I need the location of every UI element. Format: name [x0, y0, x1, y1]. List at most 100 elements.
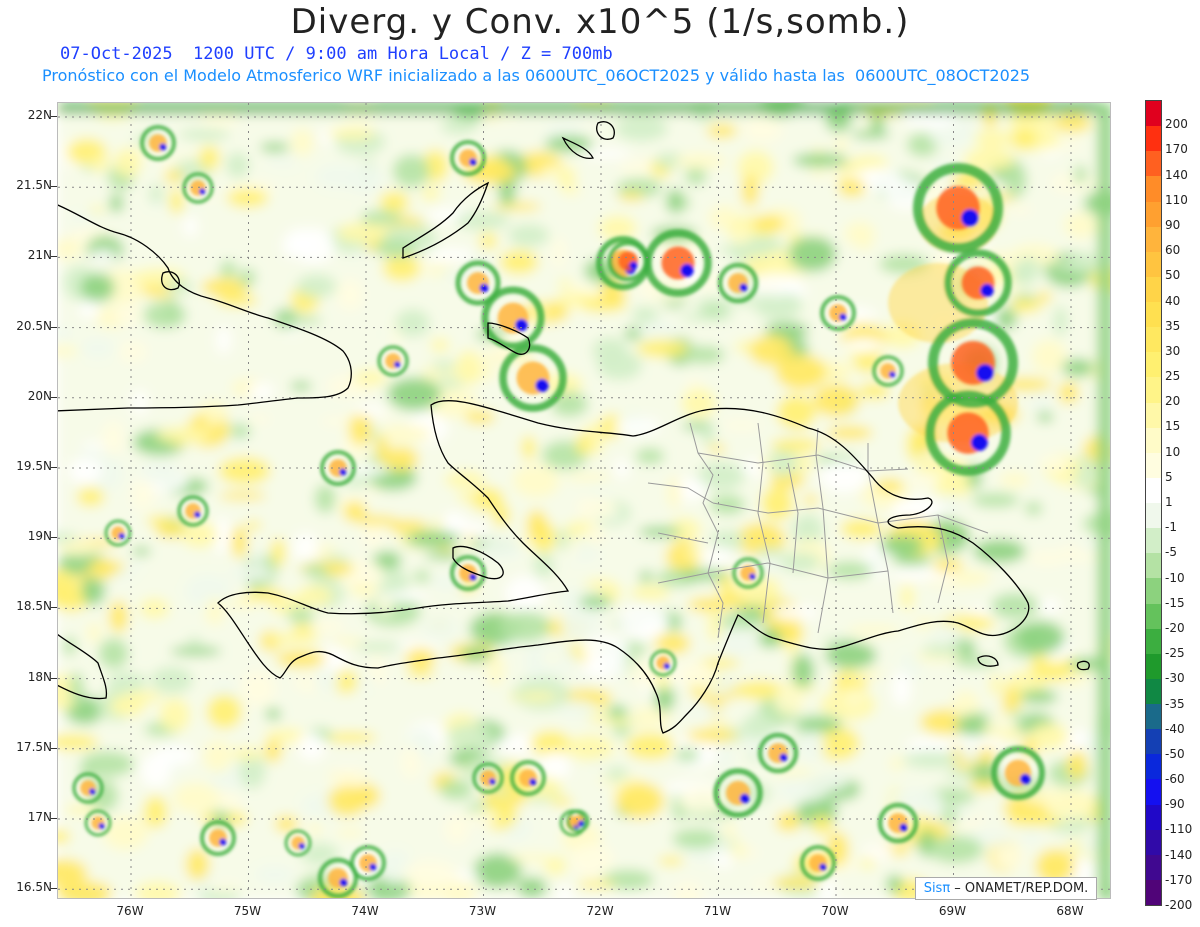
lat-tick: [51, 818, 57, 819]
convergence-core: [961, 209, 979, 227]
convergence-core: [339, 878, 348, 887]
convergence-core: [469, 573, 477, 581]
lat-tick-label: 17.5N: [16, 739, 52, 754]
colorbar-swatch: [1146, 452, 1161, 478]
subtitle-valid-time: 07-Oct-2025 1200 UTC / 9:00 am Hora Loca…: [60, 44, 613, 64]
convergence-core: [98, 823, 105, 829]
colorbar-label: 50: [1165, 268, 1181, 283]
convergence-core: [469, 158, 477, 166]
convergence-core: [749, 573, 756, 580]
colorbar-label: -25: [1165, 646, 1185, 661]
convergence-core: [739, 793, 750, 804]
colorbar-label: -90: [1165, 797, 1185, 812]
lat-tick-label: 18.5N: [16, 599, 52, 614]
convergence-core: [1019, 773, 1031, 785]
lat-tick-label: 18N: [27, 669, 52, 684]
colorbar-swatch: [1146, 276, 1161, 302]
colorbar-swatch: [1146, 251, 1161, 277]
convergence-core: [159, 143, 167, 151]
convergence-core: [529, 778, 537, 786]
colorbar-label: -170: [1165, 872, 1193, 887]
convergence-core: [976, 364, 994, 382]
convergence-core: [819, 863, 827, 871]
lon-tick-label: 69W: [938, 904, 967, 918]
convergence-core: [219, 838, 227, 846]
colorbar-swatch: [1146, 377, 1161, 403]
colorbar-swatch: [1146, 327, 1161, 353]
colorbar-label: 25: [1165, 369, 1181, 384]
colorbar-swatch: [1146, 302, 1161, 328]
colorbar-label: 110: [1165, 192, 1188, 207]
lat-tick: [51, 116, 57, 117]
convergence-core: [779, 753, 788, 762]
convergence-core: [663, 663, 670, 669]
colorbar-label: 60: [1165, 243, 1181, 258]
credit-text: – ONAMET/REP.DOM.: [950, 881, 1089, 896]
lat-tick: [51, 326, 57, 328]
convergence-core: [629, 261, 638, 270]
colorbar-swatch: [1146, 779, 1161, 805]
colorbar-swatch: [1146, 653, 1161, 679]
colorbar-label: -35: [1165, 696, 1185, 711]
colorbar-swatch: [1146, 151, 1161, 177]
colorbar-label: -10: [1165, 570, 1185, 585]
convergence-core: [980, 283, 994, 298]
lon-tick-label: 75W: [233, 904, 262, 918]
colorbar-label: -40: [1165, 721, 1185, 736]
convergence-core: [489, 778, 496, 785]
lat-tick: [51, 747, 57, 749]
lat-tick: [51, 607, 57, 609]
lat-tick-label: 21N: [27, 248, 52, 263]
map-title: Diverg. y Conv. x10^5 (1/s,somb.): [290, 2, 910, 42]
lon-tick-label: 74W: [351, 904, 379, 918]
colorbar-swatch: [1146, 477, 1161, 503]
colorbar-label: 35: [1165, 318, 1181, 333]
colorbar-swatch: [1146, 804, 1161, 830]
lat-tick-label: 21.5N: [16, 178, 52, 193]
convergence-core: [339, 468, 347, 476]
colorbar-label: -140: [1165, 847, 1193, 862]
lat-tick: [51, 537, 57, 539]
colorbar-label: 5: [1165, 469, 1173, 484]
colorbar-swatch: [1146, 528, 1161, 554]
colorbar-swatch: [1146, 854, 1161, 880]
colorbar-swatch: [1146, 352, 1161, 378]
convergence-core: [889, 371, 896, 378]
colorbar-swatch: [1146, 578, 1161, 604]
colorbar-label: 90: [1165, 217, 1181, 232]
colorbar-swatch: [1146, 628, 1161, 654]
convergence-core: [971, 434, 988, 451]
colorbar-swatch: [1146, 754, 1161, 780]
credit-brand: Sisπ: [923, 881, 951, 896]
colorbar-swatch: [1146, 553, 1161, 579]
colorbar-label: 1: [1165, 495, 1173, 509]
colorbar-swatch: [1146, 402, 1161, 428]
convergence-core: [535, 378, 549, 393]
colorbar-label: 170: [1165, 142, 1188, 157]
convergence-core: [89, 788, 96, 795]
colorbar-swatch: [1146, 226, 1161, 252]
lat-tick: [51, 677, 57, 679]
colorbar-label: -110: [1165, 822, 1193, 837]
subtitle-model-run: Pronóstico con el Modelo Atmosferico WRF…: [42, 66, 1031, 85]
colorbar-swatch: [1146, 427, 1161, 453]
colorbar-swatch: [1146, 176, 1161, 202]
colorbar-swatch: [1146, 729, 1161, 755]
colorbar-label: 40: [1165, 293, 1181, 308]
divergence-field: [58, 103, 1110, 898]
colorbar-swatch: [1146, 503, 1161, 529]
lat-tick: [51, 396, 57, 398]
colorbar-swatch: [1146, 678, 1161, 704]
convergence-core: [839, 313, 847, 321]
convergence-core: [194, 511, 201, 518]
lat-tick: [51, 888, 57, 890]
lat-tick-label: 20N: [27, 388, 52, 403]
colorbar-label: -1: [1165, 520, 1177, 535]
colorbar-label: 200: [1165, 117, 1188, 132]
colorbar-swatch: [1146, 704, 1161, 730]
convergence-core: [515, 318, 528, 332]
lat-tick-label: 16.5N: [16, 880, 52, 895]
colorbar-label: -60: [1165, 772, 1185, 787]
colorbar: [1145, 100, 1162, 906]
convergence-core: [199, 188, 206, 195]
